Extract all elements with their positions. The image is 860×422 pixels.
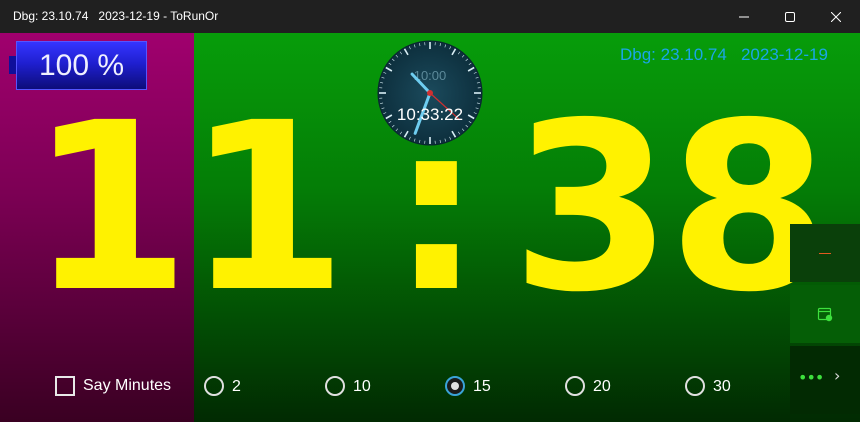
interval-label-20: 20 xyxy=(593,378,611,395)
window-title: Dbg: 23.10.74 2023-12-19 - ToRunOr xyxy=(13,9,219,23)
title-bar: Dbg: 23.10.74 2023-12-19 - ToRunOr xyxy=(0,0,860,33)
battery-terminal xyxy=(9,56,16,74)
minimize-button[interactable] xyxy=(721,0,767,33)
interval-radio-15[interactable] xyxy=(445,376,465,396)
interval-label-15: 15 xyxy=(473,378,491,395)
interval-radio-20[interactable] xyxy=(565,376,585,396)
minimize-icon xyxy=(739,16,749,17)
close-icon xyxy=(831,11,841,22)
minus-icon xyxy=(819,252,831,254)
calendar-icon xyxy=(817,307,833,322)
say-minutes-checkbox[interactable] xyxy=(55,376,75,396)
minute-tens-digit: 3 xyxy=(511,73,673,343)
interval-radio-2[interactable] xyxy=(204,376,224,396)
say-minutes-label: Say Minutes xyxy=(83,377,172,394)
interval-radio-30[interactable] xyxy=(685,376,705,396)
maximize-icon xyxy=(785,11,795,22)
more-button[interactable]: ••• › xyxy=(790,346,860,414)
more-dots-icon: ••• xyxy=(798,368,824,387)
hour-ones-digit: 1 xyxy=(186,73,348,343)
calendar-button[interactable] xyxy=(790,285,860,343)
interval-label-2: 2 xyxy=(232,378,241,395)
clock-digital-time: 10:33:22 xyxy=(397,105,463,124)
interval-label-30: 30 xyxy=(713,378,731,395)
debug-info: Dbg: 23.10.74 2023-12-19 xyxy=(620,45,828,64)
interval-label-10: 10 xyxy=(353,378,371,395)
minus-button[interactable] xyxy=(790,224,860,282)
analog-clock: 10:00 10:33:22 xyxy=(377,40,483,146)
close-button[interactable] xyxy=(813,0,859,33)
clock-center-dot xyxy=(427,90,433,96)
interval-radio-10[interactable] xyxy=(325,376,345,396)
hour-tens-digit: 1 xyxy=(29,73,191,343)
chevron-right-icon[interactable]: › xyxy=(834,366,840,385)
maximize-button[interactable] xyxy=(767,0,813,33)
